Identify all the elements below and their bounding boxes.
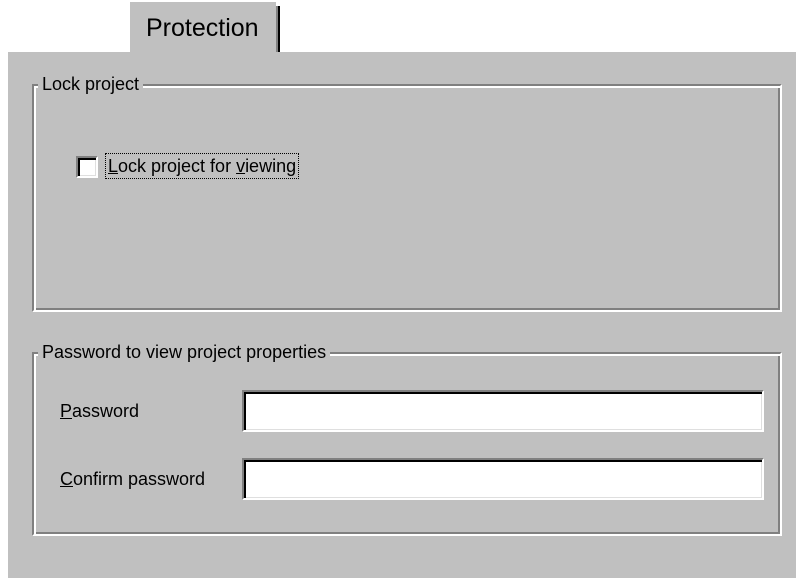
lock-project-checkbox-label[interactable]: Lock project for viewing <box>104 153 300 179</box>
password-label: Password <box>60 400 139 422</box>
label-part: ock project for <box>118 156 237 176</box>
tab-protection[interactable]: Protection <box>128 0 280 52</box>
label-part: onfirm password <box>73 469 206 489</box>
label-part: assword <box>72 401 140 421</box>
protection-tab-panel: Lock project Lock project for viewing Pa… <box>8 52 796 578</box>
project-properties-dialog: Lock project Lock project for viewing Pa… <box>0 0 796 578</box>
confirm-password-input[interactable] <box>242 458 764 500</box>
password-input[interactable] <box>242 390 764 432</box>
mnemonic-l: L <box>108 156 119 176</box>
mnemonic-p: P <box>60 401 73 421</box>
lock-project-group: Lock project Lock project for viewing <box>32 73 782 312</box>
password-group: Password to view project properties Pass… <box>32 341 782 536</box>
mnemonic-v: v <box>236 156 246 176</box>
tab-protection-label: Protection <box>146 14 259 42</box>
password-group-title: Password to view project properties <box>38 341 331 363</box>
label-part: iewing <box>245 156 297 176</box>
mnemonic-c: C <box>60 469 73 489</box>
confirm-password-label: Confirm password <box>60 468 205 490</box>
lock-project-group-title: Lock project <box>38 73 144 95</box>
lock-project-checkbox[interactable] <box>76 156 98 178</box>
